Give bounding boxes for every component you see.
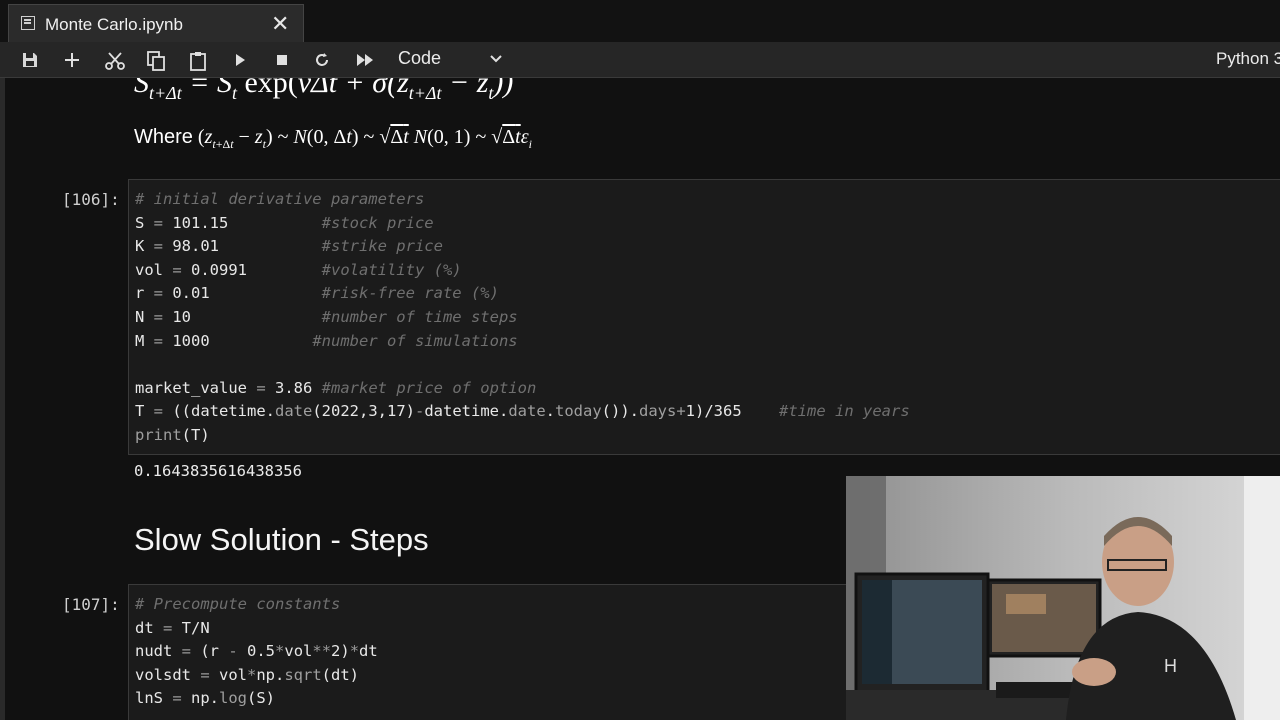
cell-type-select[interactable]: Code [398, 48, 441, 69]
equation-gbm: St+Δt = St exp(νΔt + σ(zt+Δt − zt)) [134, 78, 514, 103]
notebook-icon [21, 16, 35, 30]
refresh-icon [316, 53, 328, 66]
code-block[interactable]: # initial derivative parameters S = 101.… [135, 188, 910, 448]
stop-icon [277, 55, 287, 65]
equation-increment: Where (zt+Δt − zt) ~ N(0, Δt) ~ √Δt N(0,… [134, 126, 532, 151]
section-heading: Slow Solution - Steps [134, 522, 429, 557]
save-button[interactable] [16, 46, 44, 74]
paste-button[interactable] [184, 46, 212, 74]
plus-icon [65, 53, 79, 67]
tab-title: Monte Carlo.ipynb [45, 15, 183, 34]
clipboard-icon [190, 52, 206, 71]
code-comment: # Precompute constants [135, 595, 341, 613]
scissors-icon [105, 52, 125, 70]
play-icon [236, 54, 245, 66]
save-icon [23, 53, 37, 67]
webcam-overlay: H [846, 476, 1280, 720]
notebook-toolbar: Code Python 3 [0, 42, 1280, 78]
code-block[interactable]: # Precompute constants dt = T/N nudt = (… [135, 593, 378, 711]
cell-output: 0.1643835616438356 [134, 462, 302, 480]
run-button[interactable] [226, 46, 254, 74]
fast-forward-icon [357, 54, 373, 66]
restart-button[interactable] [308, 46, 336, 74]
svg-text:H: H [1164, 656, 1177, 676]
webcam-video: H [846, 476, 1280, 720]
tab-bar: Monte Carlo.ipynb ✕ [0, 0, 1280, 42]
insert-cell-button[interactable] [58, 46, 86, 74]
cell-prompt: [106]: [62, 190, 120, 209]
copy-button[interactable] [142, 46, 170, 74]
tab-notebook[interactable]: Monte Carlo.ipynb ✕ [8, 4, 304, 42]
chevron-down-icon[interactable] [488, 50, 504, 66]
cut-button[interactable] [100, 46, 128, 74]
cell-prompt: [107]: [62, 595, 120, 614]
copy-icon [147, 51, 165, 71]
close-icon[interactable]: ✕ [271, 11, 289, 37]
kernel-name[interactable]: Python 3 [1216, 49, 1280, 69]
code-comment: # initial derivative parameters [135, 190, 425, 208]
interrupt-button[interactable] [268, 46, 296, 74]
restart-run-all-button[interactable] [350, 46, 378, 74]
code-cell-106[interactable]: # initial derivative parameters S = 101.… [128, 179, 1280, 455]
